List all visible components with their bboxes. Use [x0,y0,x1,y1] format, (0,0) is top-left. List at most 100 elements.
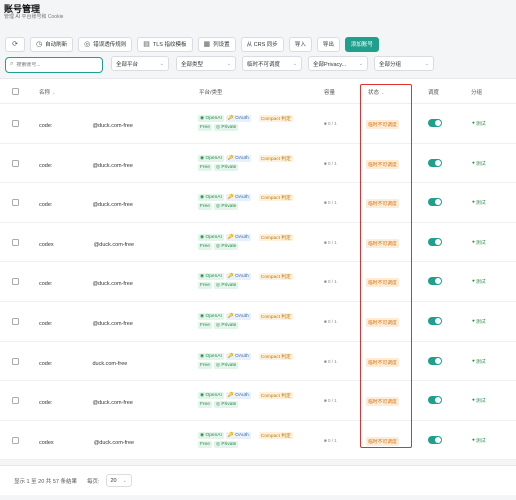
schedule-toggle[interactable] [428,158,442,167]
table-row[interactable]: code: @duck.com-free ◉ OpenAI 🔑 OAuth Com… [0,302,516,342]
privacy-select[interactable]: 全部Privacy... ⌄ [308,56,368,71]
privacy-badge: ◎ Private [213,282,239,290]
compact-badge: Compact 判定 [258,154,293,162]
auth-badge: 🔑 OAuth [225,273,251,281]
status-badge: 临时不可调度 [366,397,399,407]
row-checkbox[interactable] [12,397,19,405]
check-circle-icon: ◎ [84,40,91,48]
tls-template-button[interactable]: ▤ TLS 指纹模板 [137,36,193,52]
platform-badge: ◉ OpenAI [198,273,224,281]
schedule-toggle[interactable] [428,237,442,246]
import-button[interactable]: 导入 [288,36,312,52]
group-select[interactable]: 全部分组 ⌄ [374,56,434,71]
group-badge: ● 测试 [472,279,486,286]
auto-refresh-button[interactable]: ◷ 自动刷新 [30,36,74,52]
schedule-toggle[interactable] [428,277,442,286]
platform-badges: ◉ OpenAI 🔑 OAuth Compact 判定 Free ◎ Priva… [198,194,308,212]
status-badge: 临时不可调度 [366,436,399,446]
result-summary: 显示 1 至 20 共 57 条结果 [14,478,77,485]
row-checkbox[interactable] [12,436,19,444]
plan-badge: Free [198,282,212,290]
table-row[interactable]: codex @duck.com-free ◉ OpenAI 🔑 OAuth Com… [0,421,516,461]
account-name: code: @duck.com-free [39,160,133,169]
select-all-checkbox[interactable] [12,88,19,95]
capacity-value: ■ 0 / 1 [324,319,337,324]
schedule-toggle[interactable] [428,396,442,405]
platform-badge: ◉ OpenAI [198,154,224,162]
platform-select[interactable]: 全部平台 ⌄ [111,56,169,71]
status-badge: 临时不可调度 [366,238,399,248]
table-row[interactable]: code: @duck.com-free ◉ OpenAI 🔑 OAuth Com… [0,104,516,144]
platform-badges: ◉ OpenAI 🔑 OAuth Compact 判定 Free ◎ Priva… [198,154,308,173]
status-select[interactable]: 临时不可调度 ⌄ [242,56,302,71]
row-checkbox[interactable] [12,120,19,127]
redacted-block [52,398,93,405]
row-checkbox[interactable] [12,318,19,325]
crs-sync-button[interactable]: 从 CRS 同步 [240,36,284,52]
compact-badge: Compact 判定 [258,352,293,360]
account-name: code: @duck.com-free [39,398,133,407]
chevron-down-icon: ⌄ [226,60,231,67]
sort-icon: ⌄ [52,89,56,95]
compact-badge: Compact 判定 [258,313,293,320]
schedule-toggle[interactable] [428,435,442,444]
sort-icon: ⌄ [381,89,385,95]
redacted-block [52,319,93,325]
schedule-toggle[interactable] [428,119,442,127]
compact-badge: Compact 判定 [258,392,293,400]
auto-refresh-label: 自动刷新 [45,42,68,48]
clock-icon: ◷ [36,40,43,48]
schedule-toggle[interactable] [428,198,442,207]
table-row[interactable]: code: @duck.com-free ◉ OpenAI 🔑 OAuth Com… [0,183,516,223]
type-select-value: 全部类型 [181,61,204,68]
crs-sync-label: 从 CRS 同步 [246,42,278,48]
chevron-down-icon: ⌄ [122,477,127,484]
col-name-header[interactable]: 名称 ⌄ [39,88,56,97]
schedule-toggle[interactable] [428,317,442,325]
export-button[interactable]: 导出 [316,36,340,52]
compact-badge: Compact 判定 [258,273,293,281]
schedule-toggle[interactable] [428,356,442,365]
row-checkbox[interactable] [12,199,19,207]
status-badge: 临时不可调度 [366,199,399,209]
row-checkbox[interactable] [12,238,19,246]
status-badge: 临时不可调度 [366,278,399,288]
col-status-header[interactable]: 状态 ⌄ [368,88,385,97]
table-row[interactable]: code: @duck.com-free ◉ OpenAI 🔑 OAuth Com… [0,144,516,184]
column-settings-button[interactable]: ▦ 列设置 [197,36,236,52]
error-passthrough-button[interactable]: ◎ 错误透传规则 [78,36,133,52]
group-dot-icon: ● [472,160,475,166]
type-select[interactable]: 全部类型 ⌄ [176,56,236,71]
chevron-down-icon: ⌄ [159,60,164,67]
pagination-footer: 显示 1 至 20 共 57 条结果 每页: 20 ⌄ [0,465,516,495]
platform-badge: ◉ OpenAI [198,313,224,320]
group-badge: ● 测试 [472,239,486,246]
refresh-button[interactable]: ⟳ [5,36,25,52]
search-input[interactable] [16,61,97,68]
table-row[interactable]: code: @duck.com-free ◉ OpenAI 🔑 OAuth Com… [0,381,516,421]
search-box[interactable]: ⌕ [5,56,103,73]
auth-badge: 🔑 OAuth [225,194,251,202]
row-checkbox[interactable] [12,357,19,365]
table-row[interactable]: codex @duck.com-free ◉ OpenAI 🔑 OAuth Com… [0,223,516,263]
error-passthrough-label: 错误透传规则 [93,42,127,48]
group-dot-icon: ● [472,200,475,206]
row-checkbox[interactable] [12,278,19,286]
table-row[interactable]: code: duck.com-free ◉ OpenAI 🔑 OAuth Comp… [0,342,516,382]
redacted-block [52,160,93,167]
group-badge: ● 测试 [472,358,486,365]
status-badge: 临时不可调度 [366,318,399,327]
add-account-button[interactable]: 添加账号 [344,36,379,52]
status-badge: 临时不可调度 [366,120,399,129]
row-checkbox[interactable] [12,159,19,167]
auth-badge: 🔑 OAuth [225,431,251,439]
privacy-badge: ◎ Private [213,203,239,211]
capacity-value: ■ 0 / 1 [324,160,337,166]
col-group-header: 分组 [471,90,483,96]
per-page-select[interactable]: 20 ⌄ [105,474,132,487]
plan-badge: Free [198,242,212,250]
platform-badges: ◉ OpenAI 🔑 OAuth Compact 判定 Free ◎ Priva… [198,115,308,133]
table-row[interactable]: code: @duck.com-free ◉ OpenAI 🔑 OAuth Com… [0,262,516,302]
platform-badge: ◉ OpenAI [198,233,224,241]
group-dot-icon: ● [472,398,475,404]
